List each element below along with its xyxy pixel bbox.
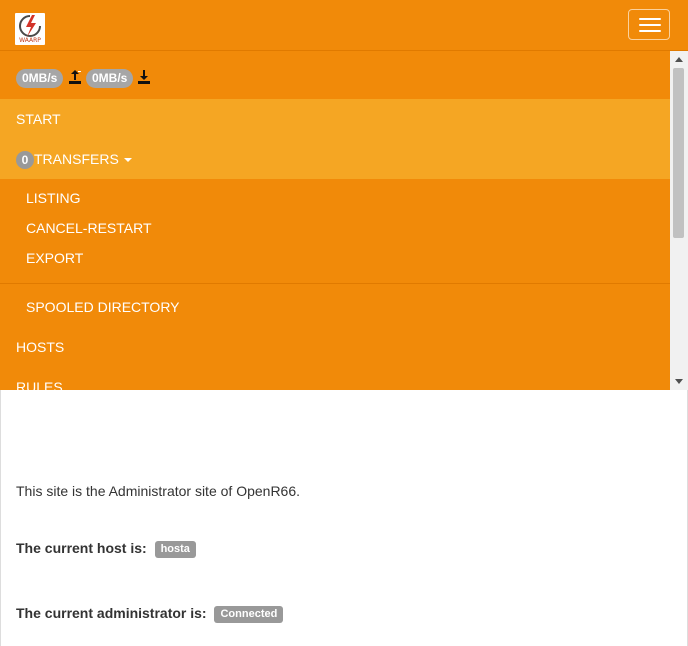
menu-item-spooled-directory[interactable]: SPOOLED DIRECTORY [0, 297, 670, 317]
transfers-count-badge: 0 [16, 151, 34, 170]
host-badge: hosta [154, 540, 196, 558]
download-speed-badge: 0MB/s [86, 69, 134, 88]
menu-item-listing[interactable]: LISTING [0, 188, 670, 208]
menu-item-spooled-label: SPOOLED DIRECTORY [26, 299, 180, 315]
nav-hosts-label: HOSTS [16, 339, 65, 355]
nav-collapse-panel: 0MB/s 0MB/s START 0 TRANSFERS LISTING CA… [0, 51, 688, 390]
current-host-label: The current host is: [16, 540, 147, 556]
nav-rules[interactable]: RULES [0, 377, 670, 390]
menu-divider [0, 283, 670, 284]
current-admin-line: The current administrator is: Connected [16, 605, 284, 623]
menu-item-listing-label: LISTING [26, 190, 81, 206]
nav-transfers-dropdown[interactable]: 0 TRANSFERS [0, 139, 670, 179]
top-navbar: WAARP [0, 0, 688, 51]
intro-text: This site is the Administrator site of O… [16, 483, 301, 499]
current-admin-label: The current administrator is: [16, 605, 207, 621]
nav-rules-label: RULES [16, 379, 63, 390]
menu-item-cancel-restart[interactable]: CANCEL-RESTART [0, 218, 670, 238]
nav-scroll-area[interactable]: 0MB/s 0MB/s START 0 TRANSFERS LISTING CA… [0, 51, 670, 390]
nav-scrollbar[interactable] [670, 51, 688, 390]
content-border-left [0, 390, 1, 646]
logo-mark-icon [19, 15, 41, 37]
nav-start-label: START [16, 111, 61, 127]
caret-down-icon [123, 158, 132, 163]
nav-transfers-label: TRANSFERS [34, 151, 119, 167]
download-icon [138, 70, 150, 84]
upload-speed-badge: 0MB/s [16, 69, 64, 88]
menu-item-export-label: EXPORT [26, 250, 84, 266]
hamburger-icon [639, 18, 661, 20]
upload-icon [69, 70, 81, 84]
menu-item-export[interactable]: EXPORT [0, 248, 670, 268]
hamburger-icon-bar [639, 30, 661, 32]
scroll-down-icon[interactable] [675, 379, 683, 384]
scroll-thumb[interactable] [673, 68, 684, 238]
nav-hosts[interactable]: HOSTS [0, 337, 670, 357]
nav-start[interactable]: START [0, 99, 670, 139]
logo-text: WAARP [19, 37, 41, 44]
hamburger-icon-bar [639, 24, 661, 26]
scroll-up-icon[interactable] [675, 57, 683, 62]
menu-toggle-button[interactable] [628, 9, 670, 40]
menu-item-cancel-restart-label: CANCEL-RESTART [26, 220, 152, 236]
current-host-line: The current host is: hosta [16, 540, 196, 558]
admin-badge: Connected [214, 605, 284, 623]
waarp-logo[interactable]: WAARP [15, 13, 45, 45]
